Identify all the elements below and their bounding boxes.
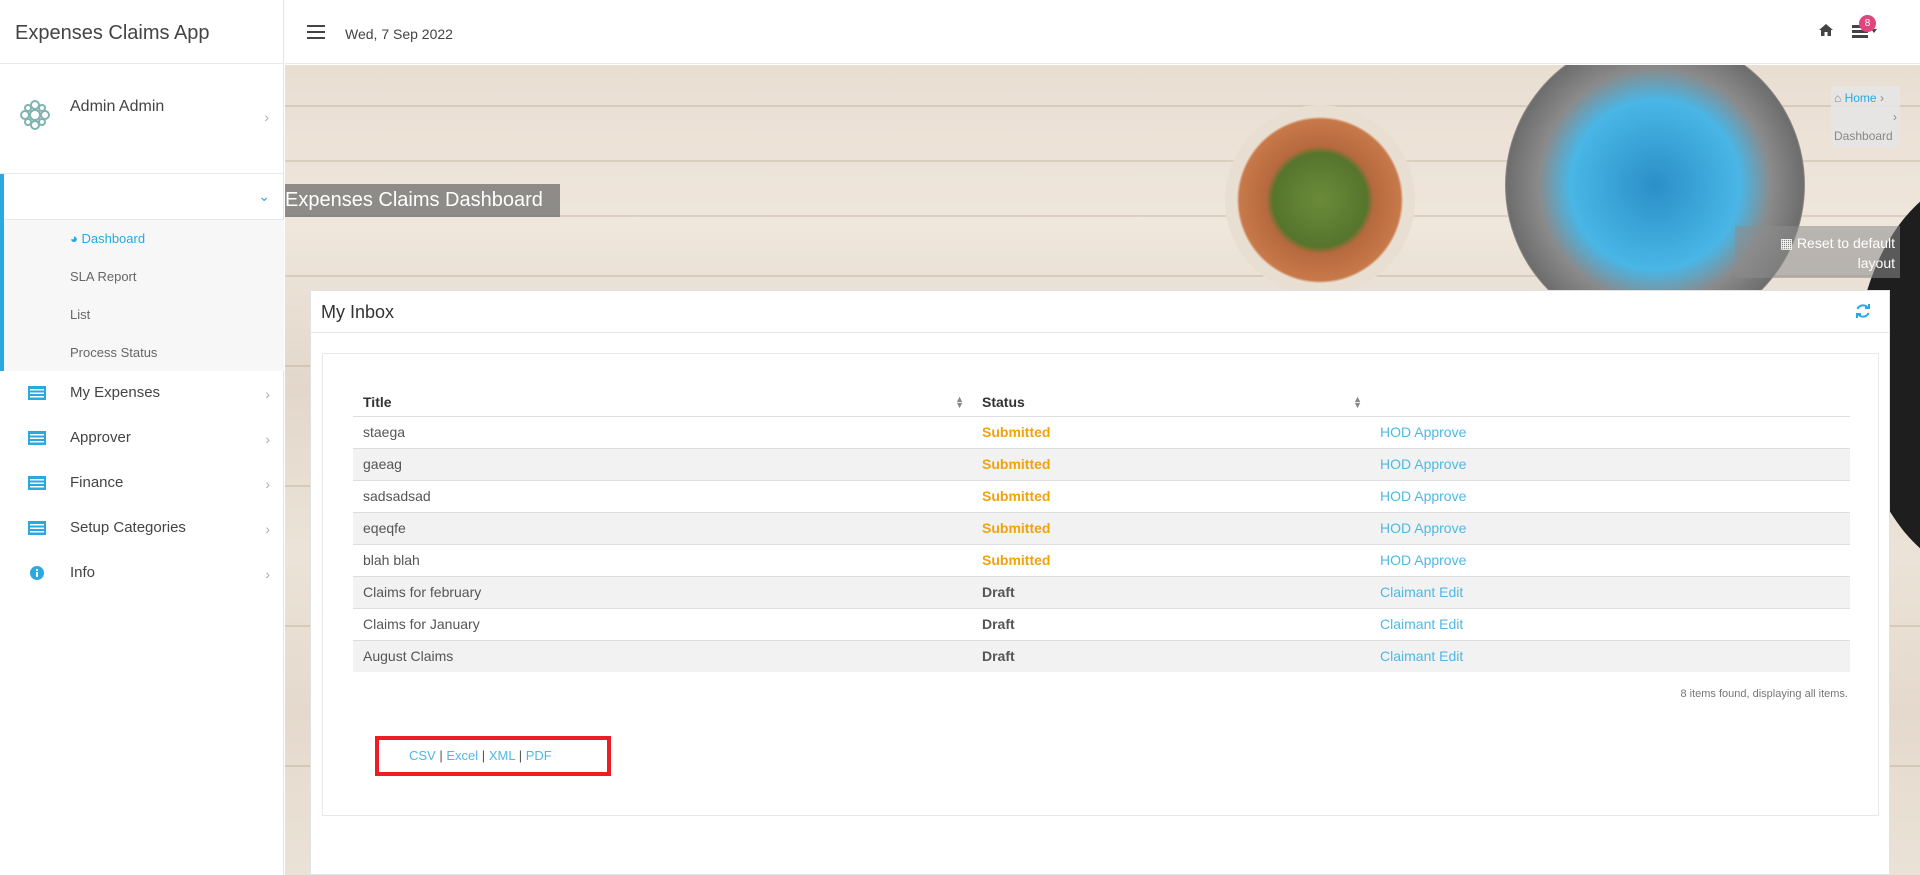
table-row: gaeag Submitted HOD Approve	[353, 447, 1850, 480]
notification-badge: 8	[1859, 15, 1876, 32]
sidebar: Expenses Claims App Admin Admin › ⌄ ◕ Da…	[0, 0, 284, 875]
column-header-status[interactable]: Status ▲ ▼	[972, 388, 1370, 416]
chevron-right-icon: ›	[264, 109, 269, 125]
list-icon	[28, 431, 46, 445]
table-row: eqeqfe Submitted HOD Approve	[353, 511, 1850, 544]
row-action-link[interactable]: HOD Approve	[1370, 511, 1850, 544]
row-status: Submitted	[972, 511, 1370, 544]
hamburger-menu-icon[interactable]	[307, 25, 325, 39]
table-row: blah blah Submitted HOD Approve	[353, 543, 1850, 576]
reset-layout-button[interactable]: ▦ Reset to default layout	[1735, 226, 1900, 278]
export-pdf-link[interactable]: PDF	[526, 748, 552, 763]
info-icon	[30, 566, 44, 580]
inbox-table: Title ▲ ▼ Status ▲ ▼ staega Submitted HOD Ap…	[353, 388, 1850, 672]
chevron-down-icon: ⌄	[258, 188, 270, 204]
chevron-right-icon: ›	[265, 521, 270, 537]
row-status: Submitted	[972, 415, 1370, 448]
row-title: August Claims	[353, 639, 972, 672]
sidebar-item-finance[interactable]: Finance ›	[0, 462, 284, 507]
row-title: sadsadsad	[353, 479, 972, 512]
row-status: Draft	[972, 575, 1370, 608]
sidebar-menu: My Expenses › Approver › Finance › Setup…	[0, 372, 284, 597]
list-icon	[28, 476, 46, 490]
table-row: Claims for february Draft Claimant Edit	[353, 575, 1850, 608]
inbox-body: Title ▲ ▼ Status ▲ ▼ staega Submitted HOD Ap…	[322, 353, 1879, 816]
row-title: Claims for January	[353, 607, 972, 640]
panel-title: My Inbox	[321, 302, 395, 322]
export-xml-link[interactable]: XML	[489, 748, 515, 763]
row-status: Submitted	[972, 447, 1370, 480]
table-row: staega Submitted HOD Approve	[353, 415, 1850, 448]
submenu-item-dashboard[interactable]: ◕ Dashboard	[4, 220, 284, 258]
dashboard-icon: ◕	[70, 231, 82, 246]
row-status: Draft	[972, 639, 1370, 672]
export-excel-link[interactable]: Excel	[446, 748, 478, 763]
inbox-panel: My Inbox Title ▲ ▼ Status ▲ ▼ staega Submitt…	[310, 290, 1890, 875]
refresh-icon[interactable]	[1855, 303, 1871, 319]
app-title: Expenses Claims App	[0, 0, 283, 64]
row-status: Submitted	[972, 543, 1370, 576]
export-links: CSV | Excel | XML | PDF	[375, 736, 611, 776]
grid-icon: ▦	[1779, 235, 1797, 251]
items-count: 8 items found, displaying all items.	[1680, 688, 1848, 700]
row-title: Claims for february	[353, 575, 972, 608]
sort-icon: ▲ ▼	[1353, 394, 1362, 410]
list-icon	[28, 386, 46, 400]
user-panel[interactable]: Admin Admin ›	[0, 64, 283, 174]
sidebar-item-info[interactable]: Info ›	[0, 552, 284, 597]
export-csv-link[interactable]: CSV	[409, 748, 436, 763]
sort-icon: ▲ ▼	[955, 394, 964, 410]
avatar	[20, 100, 50, 130]
dashboard-group: ⌄ ◕ Dashboard SLA Report List Process St…	[0, 174, 284, 371]
user-name: Admin Admin	[70, 98, 165, 115]
export-separator: |	[439, 748, 443, 763]
row-action-link[interactable]: HOD Approve	[1370, 543, 1850, 576]
breadcrumb-home[interactable]: Home	[1845, 91, 1877, 105]
row-title: blah blah	[353, 543, 972, 576]
row-title: staega	[353, 415, 972, 448]
sidebar-item-my-expenses[interactable]: My Expenses ›	[0, 372, 284, 417]
chevron-right-icon: ›	[265, 431, 270, 447]
column-header-action	[1370, 388, 1850, 416]
row-status: Submitted	[972, 479, 1370, 512]
export-separator: |	[481, 748, 486, 763]
topbar: Wed, 7 Sep 2022 8	[285, 0, 1920, 64]
table-row: sadsadsad Submitted HOD Approve	[353, 479, 1850, 512]
submenu: ◕ Dashboard SLA Report List Process Stat…	[4, 220, 284, 371]
row-action-link[interactable]: Claimant Edit	[1370, 639, 1850, 672]
row-action-link[interactable]: HOD Approve	[1370, 447, 1850, 480]
panel-header: My Inbox	[311, 291, 1889, 333]
sidebar-item-approver[interactable]: Approver ›	[0, 417, 284, 462]
breadcrumb-current: Dashboard	[1834, 129, 1893, 143]
row-action-link[interactable]: HOD Approve	[1370, 415, 1850, 448]
row-status: Draft	[972, 607, 1370, 640]
chevron-right-icon: ›	[265, 386, 270, 402]
row-action-link[interactable]: Claimant Edit	[1370, 607, 1850, 640]
submenu-item-sla-report[interactable]: SLA Report	[4, 258, 284, 296]
row-title: gaeag	[353, 447, 972, 480]
export-separator: |	[518, 748, 523, 763]
home-icon: ⌂	[1834, 91, 1845, 105]
breadcrumb: ⌂ Home › › Dashboard	[1831, 86, 1900, 147]
group-toggle[interactable]: ⌄	[4, 174, 284, 220]
chevron-right-icon: ›	[265, 476, 270, 492]
current-date: Wed, 7 Sep 2022	[345, 26, 453, 42]
page-title: Expenses Claims Dashboard	[285, 184, 560, 217]
row-title: eqeqfe	[353, 511, 972, 544]
column-header-title[interactable]: Title ▲ ▼	[353, 388, 972, 416]
submenu-item-process-status[interactable]: Process Status	[4, 334, 284, 372]
row-action-link[interactable]: HOD Approve	[1370, 479, 1850, 512]
table-row: Claims for January Draft Claimant Edit	[353, 607, 1850, 640]
submenu-item-list[interactable]: List	[4, 296, 284, 334]
list-icon	[28, 521, 46, 535]
table-row: August Claims Draft Claimant Edit	[353, 639, 1850, 672]
chevron-right-icon: ›	[265, 566, 270, 582]
sidebar-item-setup-categories[interactable]: Setup Categories ›	[0, 507, 284, 552]
row-action-link[interactable]: Claimant Edit	[1370, 575, 1850, 608]
home-icon[interactable]	[1818, 23, 1834, 37]
